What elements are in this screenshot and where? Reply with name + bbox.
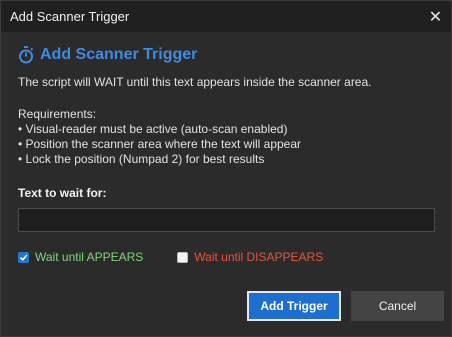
window-title: Add Scanner Trigger bbox=[10, 9, 130, 24]
add-trigger-button[interactable]: Add Trigger bbox=[247, 291, 341, 321]
cancel-button[interactable]: Cancel bbox=[351, 291, 444, 321]
disappears-label: Wait until DISAPPEARS bbox=[194, 250, 324, 264]
heading-title: Add Scanner Trigger bbox=[40, 46, 198, 63]
appears-checkbox[interactable]: Wait until APPEARS bbox=[18, 250, 143, 264]
requirements-title: Requirements: bbox=[18, 107, 97, 121]
checkbox-unchecked-icon[interactable] bbox=[177, 251, 189, 263]
appears-label: Wait until APPEARS bbox=[35, 250, 144, 264]
requirements-block: Requirements: • Visual-reader must be ac… bbox=[18, 107, 434, 167]
dialog-heading: Add Scanner Trigger bbox=[18, 46, 434, 64]
close-icon[interactable]: ✕ bbox=[420, 1, 451, 32]
requirement-item: • Lock the position (Numpad 2) for best … bbox=[18, 152, 265, 166]
disappears-checkbox[interactable]: Wait until DISAPPEARS bbox=[177, 250, 323, 264]
description-text: The script will WAIT until this text app… bbox=[18, 75, 372, 89]
stopwatch-icon bbox=[18, 46, 34, 64]
dialog-window: Add Scanner Trigger ✕ Add Scanner Trigge… bbox=[0, 0, 452, 337]
requirement-item: • Visual-reader must be active (auto-sca… bbox=[18, 122, 288, 136]
checkbox-checked-icon[interactable] bbox=[18, 251, 29, 263]
requirement-item: • Position the scanner area where the te… bbox=[18, 137, 302, 151]
text-field-label: Text to wait for: bbox=[18, 186, 107, 200]
wait-mode-options: Wait until APPEARS Wait until DISAPPEARS bbox=[18, 250, 434, 264]
titlebar: Add Scanner Trigger ✕ bbox=[1, 1, 451, 32]
dialog-content: Add Scanner Trigger The script will WAIT… bbox=[1, 32, 451, 264]
dialog-buttons: Add Trigger Cancel bbox=[247, 291, 444, 321]
wait-text-input[interactable] bbox=[18, 208, 435, 232]
